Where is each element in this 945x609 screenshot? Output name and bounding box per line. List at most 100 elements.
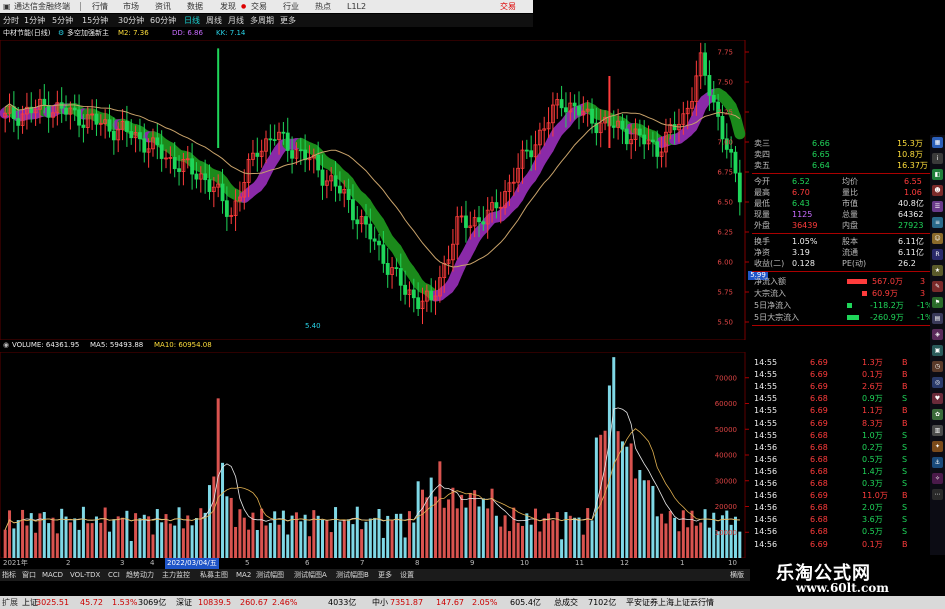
- tick-time: 14:56: [754, 454, 778, 464]
- tab-item[interactable]: 指标: [2, 569, 16, 581]
- globe-icon[interactable]: ◎: [932, 377, 943, 388]
- candle-body: [655, 141, 660, 157]
- period-tab-active[interactable]: 日线: [184, 14, 200, 27]
- volume-bar: [121, 517, 125, 558]
- flag-icon[interactable]: ⚑: [932, 297, 943, 308]
- period-tab[interactable]: 60分钟: [150, 14, 176, 27]
- anchor-icon[interactable]: ⚓: [932, 457, 943, 468]
- volume-bar: [425, 497, 429, 558]
- candle-body: [224, 200, 229, 217]
- volume-bar: [116, 516, 120, 558]
- menu-item[interactable]: 热点: [315, 0, 331, 13]
- tab-item[interactable]: VOL-TDX: [70, 569, 100, 581]
- tab-item[interactable]: MACD: [42, 569, 63, 581]
- news-icon[interactable]: ▣: [932, 345, 943, 356]
- tab-item[interactable]: 测试幅图A: [294, 569, 327, 581]
- volume-chart[interactable]: 70000 60000 50000 40000 30000 20000 10000: [0, 352, 750, 558]
- tick-price: 6.69: [810, 491, 828, 501]
- period-tab[interactable]: 分时: [3, 14, 19, 27]
- key-icon[interactable]: ✧: [932, 473, 943, 484]
- volume-bar: [212, 476, 216, 558]
- book-icon[interactable]: ▤: [932, 313, 943, 324]
- volume-bar: [451, 487, 455, 558]
- period-tab[interactable]: 周线: [206, 14, 222, 27]
- tab-item[interactable]: 测试幅图: [256, 569, 284, 581]
- tick-time: 14:55: [754, 394, 778, 404]
- more-icon[interactable]: ⋯: [932, 489, 943, 500]
- volume-bar: [660, 513, 664, 558]
- volume-ma-line: [4, 428, 740, 530]
- tab-layout[interactable]: 横版: [730, 569, 744, 581]
- index-sz-amount: 4033亿: [328, 598, 357, 607]
- volume-bar: [277, 524, 281, 558]
- tab-item[interactable]: 主力监控: [162, 569, 190, 581]
- volume-bar: [168, 523, 172, 558]
- tab-item[interactable]: 设置: [400, 569, 414, 581]
- period-tab[interactable]: 1分钟: [24, 14, 45, 27]
- gear-icon[interactable]: ⚙: [58, 27, 64, 39]
- tick-side: B: [902, 382, 908, 392]
- menu-item[interactable]: 数据: [187, 0, 203, 13]
- settings-icon[interactable]: ◉: [3, 340, 9, 351]
- period-tab[interactable]: 更多: [280, 14, 296, 27]
- tick-time: 14:55: [754, 382, 778, 392]
- info-icon[interactable]: i: [932, 153, 943, 164]
- tab-item[interactable]: 窗口: [22, 569, 36, 581]
- calc-icon[interactable]: ▥: [932, 425, 943, 436]
- period-tab[interactable]: 15分钟: [82, 14, 108, 27]
- list-icon[interactable]: ≡: [932, 217, 943, 228]
- people-icon[interactable]: ☺: [932, 233, 943, 244]
- volume-bar: [651, 485, 655, 558]
- indicator-name[interactable]: 多空加强新主: [67, 27, 109, 39]
- tick-row: 14:56 6.69 11.0万 B: [750, 490, 930, 502]
- grid-icon[interactable]: ▦: [932, 137, 943, 148]
- star-icon[interactable]: ★: [932, 265, 943, 276]
- tick-volume: 2.0万: [862, 503, 883, 513]
- chart-icon[interactable]: ◧: [932, 169, 943, 180]
- volume-bar: [194, 517, 198, 558]
- menu-item[interactable]: 行业: [283, 0, 299, 13]
- tick-volume: 8.3万: [862, 418, 883, 428]
- date-tick: 10: [520, 559, 529, 567]
- leaf-icon[interactable]: ✿: [932, 409, 943, 420]
- tick-volume: 0.1万: [862, 370, 883, 380]
- menu-item[interactable]: 市场: [123, 0, 139, 13]
- rsi-icon[interactable]: R: [932, 249, 943, 260]
- tick-row: 14:56 6.68 0.5万 S: [750, 526, 930, 538]
- tick-time: 14:56: [754, 503, 778, 513]
- volume-bar: [51, 517, 55, 558]
- volume-bar: [420, 489, 424, 558]
- tick-side: S: [902, 515, 908, 525]
- user-icon[interactable]: ☻: [932, 185, 943, 196]
- index-sz-label[interactable]: 深证: [176, 596, 192, 609]
- period-tab[interactable]: 5分钟: [52, 14, 73, 27]
- tab-item[interactable]: 更多: [378, 569, 392, 581]
- heart-icon[interactable]: ♥: [932, 393, 943, 404]
- price-tick-label: 7.50: [717, 79, 733, 87]
- index-zx-label[interactable]: 中小: [372, 596, 388, 609]
- tick-side: B: [902, 418, 908, 428]
- clock-icon[interactable]: ◷: [932, 361, 943, 372]
- tool-icon[interactable]: ✎: [932, 281, 943, 292]
- tab-item[interactable]: 私募主图: [200, 569, 228, 581]
- bell-icon[interactable]: ◈: [932, 329, 943, 340]
- menu-item[interactable]: L1L2: [347, 0, 366, 13]
- fire-icon[interactable]: ✦: [932, 441, 943, 452]
- tab-item[interactable]: 测试幅图B: [336, 569, 369, 581]
- tab-item[interactable]: MA2: [236, 569, 251, 581]
- menu-item[interactable]: 发现: [220, 0, 236, 13]
- tick-volume: 0.1万: [862, 539, 883, 549]
- tab-item[interactable]: 趋势动力: [126, 569, 154, 581]
- period-tab[interactable]: 多周期: [250, 14, 274, 27]
- tab-item[interactable]: CCI: [108, 569, 120, 581]
- kline-chart[interactable]: 7.75 7.50 7.25 7.00 6.75 6.50 6.25 6.00 5.75 5.50: [0, 40, 750, 340]
- menu-item[interactable]: 交易: [251, 0, 267, 13]
- menu-item[interactable]: 资讯: [155, 0, 171, 13]
- trade-link[interactable]: 交易: [500, 0, 516, 13]
- tick-price: 6.69: [810, 358, 828, 367]
- period-tab[interactable]: 30分钟: [118, 14, 144, 27]
- table-icon[interactable]: ☰: [932, 201, 943, 212]
- tick-price: 6.68: [810, 466, 828, 476]
- period-tab[interactable]: 月线: [228, 14, 244, 27]
- menu-item[interactable]: 行情: [92, 0, 108, 13]
